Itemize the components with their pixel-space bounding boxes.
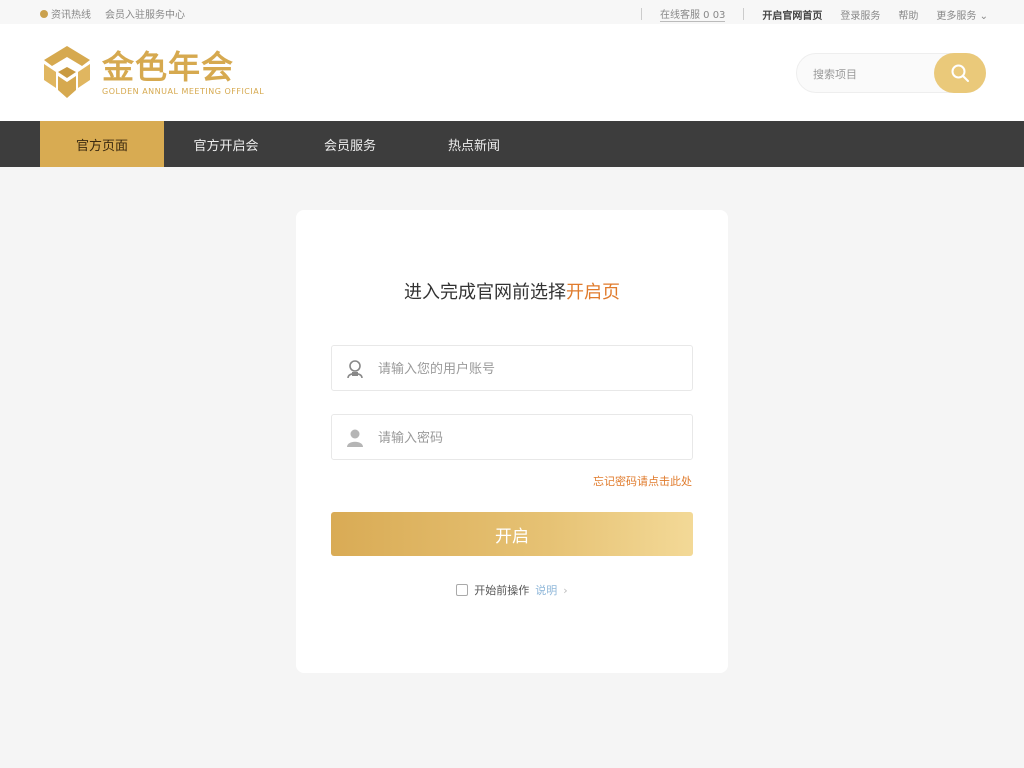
logo-emblem-icon bbox=[44, 46, 90, 98]
nav-item-official-page[interactable]: 官方页面 bbox=[40, 121, 164, 167]
topbar-right: 在线客服 0 03 开启官网首页 登录服务 帮助 更多服务 ⌄ bbox=[640, 6, 988, 22]
logo-text: 金色年会 GOLDEN ANNUAL MEETING OFFICIAL bbox=[102, 49, 264, 96]
submit-button[interactable]: 开启 bbox=[331, 512, 693, 556]
password-field bbox=[331, 414, 693, 460]
topbar-left: 资讯热线 会员入驻服务中心 bbox=[40, 6, 185, 21]
nav-item-member-service[interactable]: 会员服务 bbox=[288, 121, 412, 167]
chevron-down-icon: ⌄ bbox=[979, 10, 988, 22]
login-title-prefix: 进入完成官网前选择 bbox=[404, 282, 566, 303]
flower-icon bbox=[40, 9, 48, 18]
username-input[interactable] bbox=[378, 359, 678, 379]
topbar-member-link[interactable]: 会员入驻服务中心 bbox=[105, 6, 185, 21]
search-button[interactable] bbox=[934, 53, 986, 93]
topbar-service-link[interactable]: 在线客服 0 03 bbox=[659, 6, 726, 22]
topbar-help-link[interactable]: 帮助 bbox=[898, 7, 918, 22]
topbar-more-link[interactable]: 更多服务 ⌄ bbox=[936, 7, 988, 22]
password-input[interactable] bbox=[378, 428, 678, 448]
chevron-right-icon: › bbox=[563, 583, 568, 597]
login-title-accent: 开启页 bbox=[566, 282, 620, 303]
topbar-login-link[interactable]: 登录服务 bbox=[840, 7, 880, 22]
search-box bbox=[796, 53, 986, 93]
nav-item-hot-news[interactable]: 热点新闻 bbox=[412, 121, 536, 167]
topbar-divider bbox=[640, 8, 642, 20]
agreement-link[interactable]: 说明 bbox=[535, 582, 557, 598]
forgot-password-link[interactable]: 忘记密码请点击此处 bbox=[593, 473, 692, 489]
user-outline-icon bbox=[347, 360, 363, 379]
login-title: 进入完成官网前选择开启页 bbox=[296, 278, 728, 304]
topbar-divider bbox=[743, 8, 745, 20]
nav-item-official-meeting[interactable]: 官方开启会 bbox=[164, 121, 288, 167]
search-icon bbox=[951, 64, 969, 82]
main-nav: 官方页面 官方开启会 会员服务 热点新闻 bbox=[0, 121, 1024, 167]
search-input[interactable] bbox=[813, 65, 923, 83]
topbar-hotline[interactable]: 资讯热线 bbox=[40, 6, 91, 21]
logo-title: 金色年会 bbox=[102, 47, 235, 86]
agreement-text: 开始前操作 bbox=[474, 584, 530, 597]
site-logo[interactable]: 金色年会 GOLDEN ANNUAL MEETING OFFICIAL bbox=[40, 44, 264, 100]
agreement-row: 开始前操作 说明 › bbox=[296, 582, 728, 598]
user-solid-icon bbox=[347, 429, 363, 447]
agreement-checkbox[interactable] bbox=[456, 584, 469, 596]
site-header: 金色年会 GOLDEN ANNUAL MEETING OFFICIAL bbox=[0, 24, 1024, 121]
topbar-home-link[interactable]: 开启官网首页 bbox=[762, 7, 822, 22]
logo-subtitle: GOLDEN ANNUAL MEETING OFFICIAL bbox=[102, 86, 265, 96]
login-card: 进入完成官网前选择开启页 忘记密码请点击此处 开启 开始前操作 说明 › bbox=[296, 210, 728, 673]
top-utility-bar: 资讯热线 会员入驻服务中心 在线客服 0 03 开启官网首页 登录服务 帮助 更… bbox=[0, 0, 1024, 24]
username-field bbox=[331, 345, 693, 391]
